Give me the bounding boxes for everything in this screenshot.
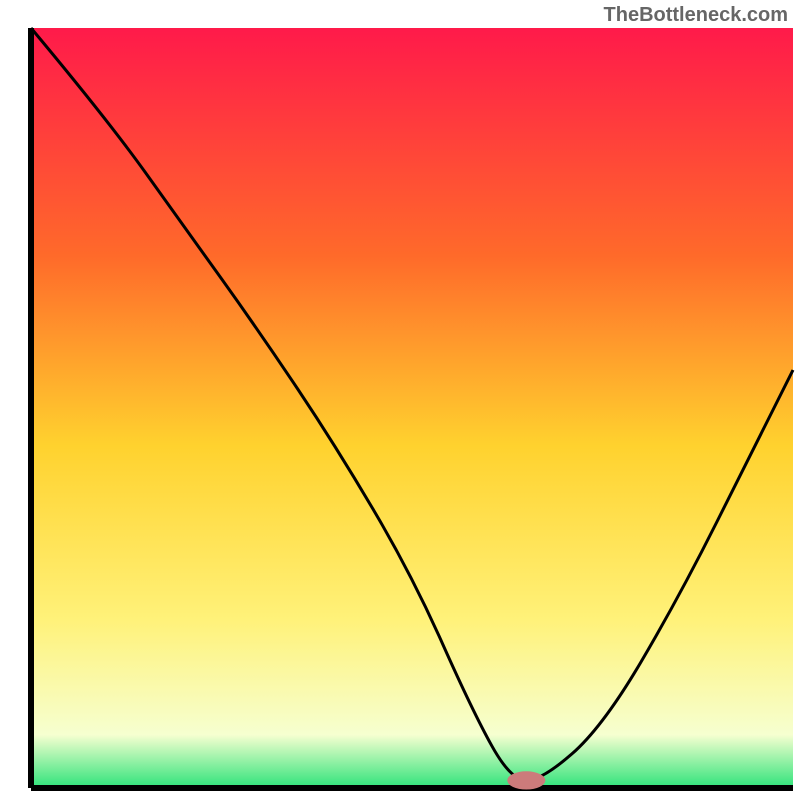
optimum-marker <box>507 771 545 789</box>
watermark-text: TheBottleneck.com <box>604 4 788 27</box>
plot-background <box>31 28 793 788</box>
bottleneck-chart <box>0 0 800 800</box>
chart-container: TheBottleneck.com <box>0 0 800 800</box>
